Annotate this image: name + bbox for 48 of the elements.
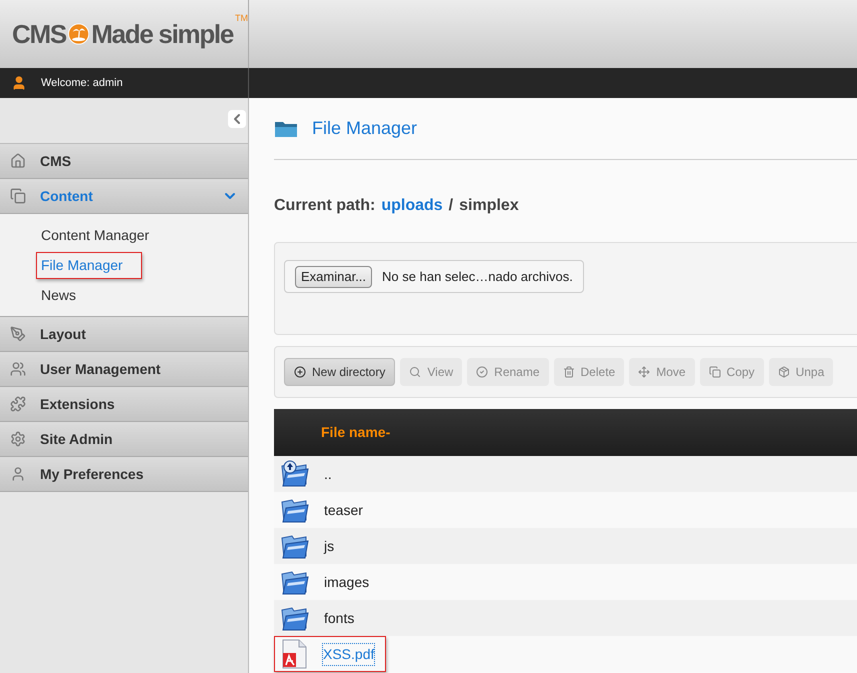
search-icon xyxy=(409,366,422,378)
sidebar-menu-item[interactable]: Site Admin xyxy=(0,422,248,457)
file-name[interactable]: .. xyxy=(324,464,332,484)
folder-icon xyxy=(274,120,298,138)
trademark-mark: TM xyxy=(235,12,248,25)
home-icon xyxy=(10,153,26,169)
file-name[interactable]: teaser xyxy=(324,500,363,520)
logo-text: CMS xyxy=(12,18,66,50)
file-name[interactable]: js xyxy=(324,536,334,556)
user-icon xyxy=(10,466,26,482)
path-link[interactable]: uploads xyxy=(381,194,443,218)
submenu-item[interactable]: Content Manager xyxy=(36,222,154,248)
toolbar-button[interactable]: New directory xyxy=(284,358,396,386)
trash-icon xyxy=(562,366,575,378)
sidebar-menu-item[interactable]: Extensions xyxy=(0,387,248,422)
submenu-item[interactable]: News xyxy=(36,282,82,308)
move-icon xyxy=(638,366,650,378)
sidebar-menu-item[interactable]: Layout xyxy=(0,317,248,352)
sidebar-menu-item[interactable]: My Preferences xyxy=(0,457,248,492)
package-icon xyxy=(778,366,790,378)
page-title: File Manager xyxy=(312,117,418,140)
parent-folder-icon xyxy=(280,460,310,488)
puzzle-icon xyxy=(10,396,26,412)
path-label: Current path: xyxy=(274,196,376,216)
welcome-text: Welcome: admin xyxy=(41,76,123,91)
file-name[interactable]: fonts xyxy=(324,608,354,628)
collapse-sidebar-button[interactable] xyxy=(228,110,246,128)
logo-text: Made simple xyxy=(91,18,233,50)
submenu-item[interactable]: File Manager xyxy=(36,252,142,278)
plus-icon xyxy=(294,366,306,378)
pages-icon xyxy=(10,188,26,204)
file-link[interactable]: XSS.pdf xyxy=(322,642,376,666)
sidebar-menu-item[interactable]: CMS xyxy=(0,144,248,179)
check-icon xyxy=(476,366,488,378)
gear-icon xyxy=(10,431,26,447)
users-icon xyxy=(10,361,26,377)
column-header[interactable]: File name- xyxy=(321,422,390,443)
copy-icon xyxy=(708,366,721,378)
pdf-file-icon xyxy=(280,639,308,669)
path-text: simplex xyxy=(459,196,519,216)
file-status-text: No se han selec…nado archivos. xyxy=(382,268,573,286)
browse-button[interactable]: Examinar... xyxy=(295,266,372,288)
path-text: / xyxy=(448,196,454,216)
pen-icon xyxy=(10,326,26,342)
file-name[interactable]: images xyxy=(324,572,370,592)
sidebar-menu-item[interactable]: User Management xyxy=(0,352,248,387)
user-icon xyxy=(11,75,27,91)
file-input[interactable]: Examinar... No se han selec…nado archivos. xyxy=(284,260,584,293)
